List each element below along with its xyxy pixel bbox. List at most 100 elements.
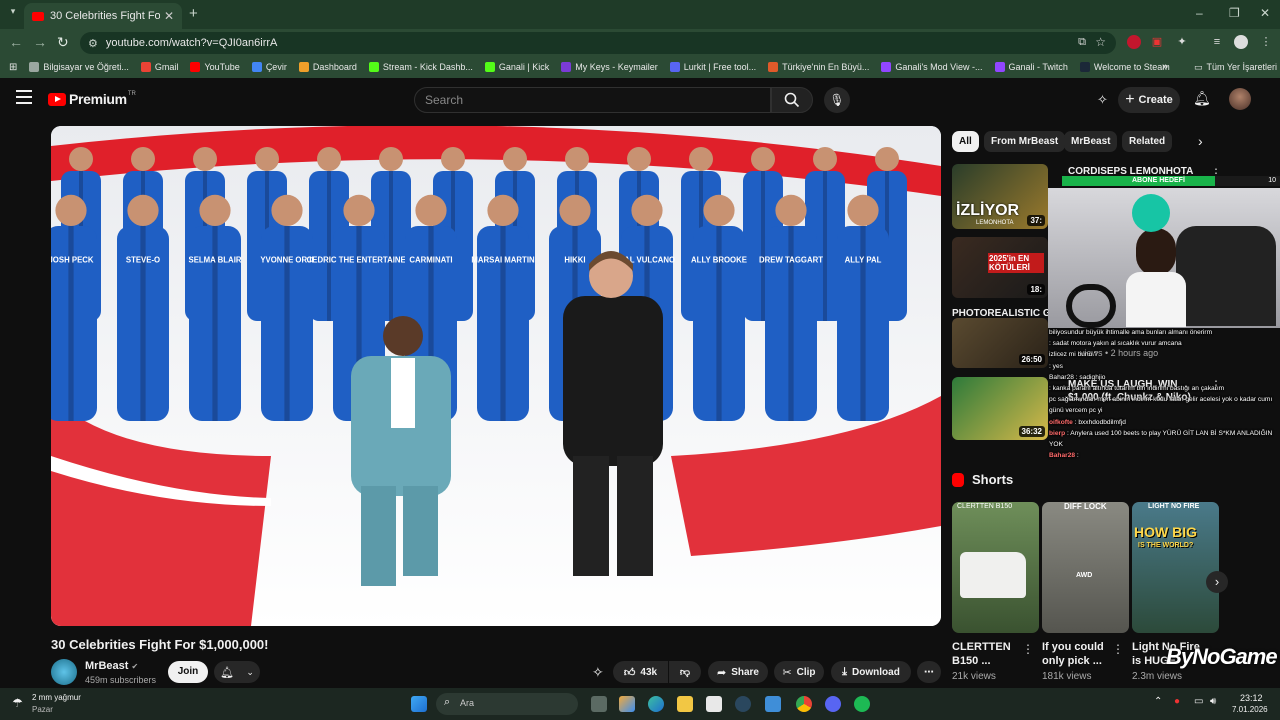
- maximize-button[interactable]: ❐: [1229, 6, 1240, 20]
- browser-tab[interactable]: 30 Celebrities Fight For $1,000,0… ✕: [24, 3, 182, 29]
- clock-time[interactable]: 23:12: [1240, 693, 1263, 703]
- bookmark-favicon-icon: [251, 62, 262, 72]
- mail-icon[interactable]: [765, 696, 781, 712]
- more-bookmarks-icon[interactable]: »: [1162, 61, 1168, 73]
- reload-icon[interactable]: ↻: [57, 34, 69, 51]
- spotify-icon[interactable]: [854, 696, 870, 712]
- chips-next-icon[interactable]: ›: [1198, 133, 1203, 149]
- short-more-icon[interactable]: ⋮: [1022, 642, 1034, 656]
- extension-red-icon[interactable]: [1127, 35, 1141, 49]
- taskbar-search[interactable]: ⌕ Ara: [436, 693, 578, 715]
- bookmark-item[interactable]: Welcome to Steam: [1079, 62, 1170, 72]
- channel-avatar[interactable]: [51, 659, 77, 685]
- ai-sparkle-icon[interactable]: ✧: [592, 664, 604, 681]
- bookmark-item[interactable]: Stream - Kick Dashb...: [368, 62, 473, 72]
- copilot-icon[interactable]: [619, 696, 635, 712]
- minimize-button[interactable]: –: [1196, 6, 1203, 20]
- start-icon[interactable]: [411, 696, 427, 712]
- chip-mrbeast[interactable]: MrBeast: [1064, 131, 1118, 152]
- extensions-puzzle-icon[interactable]: ✦: [1175, 35, 1189, 49]
- all-bookmarks-label: Tüm Yer İşaretleri: [1206, 62, 1278, 72]
- bookmark-item[interactable]: Lurkit | Free tool...: [669, 62, 756, 72]
- media-control-icon[interactable]: ≡: [1210, 35, 1224, 49]
- back-icon[interactable]: ←: [9, 34, 23, 50]
- voice-search-icon[interactable]: 🎙: [824, 87, 850, 113]
- forward-icon[interactable]: →: [33, 34, 47, 50]
- menu-hamburger-icon[interactable]: [16, 90, 32, 104]
- download-button[interactable]: ⤓ Download: [831, 661, 911, 683]
- bookmark-item[interactable]: Ganali's Mod View -...: [881, 62, 983, 72]
- dislike-button[interactable]: 👎︎: [669, 661, 701, 683]
- search-input[interactable]: Search: [414, 87, 771, 113]
- share-button[interactable]: ➦ Share: [708, 661, 768, 683]
- network-icon[interactable]: ▭: [1194, 696, 1203, 707]
- menu-icon[interactable]: ⋮: [1259, 35, 1273, 49]
- join-button[interactable]: Join: [168, 661, 208, 683]
- jersey-name: STEVE-O: [126, 255, 160, 264]
- address-bar[interactable]: ⚙ youtube.com/watch?v=QJI0an6irrA ⧉ ☆: [80, 32, 1116, 54]
- shorts-next-button[interactable]: ›: [1206, 571, 1228, 593]
- create-button[interactable]: + Create: [1118, 87, 1180, 113]
- bookmark-item[interactable]: Çevir: [251, 62, 287, 72]
- extension-tv-icon[interactable]: ▣: [1150, 35, 1164, 49]
- store-icon[interactable]: [706, 696, 722, 712]
- short-thumb-1[interactable]: CLERTTEN B150: [952, 502, 1039, 633]
- bookmark-star-icon[interactable]: ☆: [1095, 35, 1106, 49]
- related-thumb-3[interactable]: 26:50: [952, 318, 1048, 368]
- search-button[interactable]: [771, 87, 813, 113]
- short-more-icon[interactable]: ⋮: [1112, 642, 1124, 656]
- file-explorer-icon[interactable]: [677, 696, 693, 712]
- subscription-bell-button[interactable]: 🔔︎ ⌄: [214, 661, 260, 683]
- like-button[interactable]: 👍︎ 43k: [613, 661, 668, 683]
- all-bookmarks-folder[interactable]: ▭ Tüm Yer İşaretleri: [1194, 62, 1277, 73]
- video-player[interactable]: JOSH PECK STEVE-O SELMA BLAIR YVONNE ORJI CE…: [51, 126, 941, 626]
- apps-icon[interactable]: ⊞: [9, 62, 17, 73]
- steam-icon[interactable]: [735, 696, 751, 712]
- bookmark-item[interactable]: Ganali - Twitch: [994, 62, 1068, 72]
- more-actions-button[interactable]: ⋯: [917, 661, 941, 683]
- account-avatar[interactable]: [1229, 88, 1251, 110]
- cast-bolt-icon[interactable]: ✧: [1097, 92, 1108, 108]
- bookmark-item[interactable]: Türkiye'nin En Büyü...: [768, 62, 869, 72]
- notifications-bell-icon[interactable]: 🔔︎: [1193, 90, 1211, 107]
- site-info-icon[interactable]: ⚙: [88, 37, 98, 50]
- related-thumb-1[interactable]: İZLİYOR LEMONHOTA 37:: [952, 164, 1048, 229]
- more-icon: ⋯: [924, 666, 934, 678]
- install-icon[interactable]: ⧉: [1078, 36, 1086, 49]
- chip-all[interactable]: All: [952, 131, 979, 152]
- chip-related[interactable]: Related: [1122, 131, 1173, 152]
- bookmark-item[interactable]: YouTube: [190, 62, 240, 72]
- close-tab-icon[interactable]: ✕: [164, 9, 174, 23]
- related-thumb-2[interactable]: 2025'in EN KÖTÜLERİ 18:: [952, 237, 1048, 298]
- volume-icon[interactable]: 🔊︎: [1210, 696, 1216, 707]
- clock-date[interactable]: 7.01.2026: [1232, 705, 1268, 714]
- close-window-button[interactable]: ✕: [1260, 6, 1270, 20]
- chat-text: biliyosundur büyük ihtimalle ama bunları…: [1049, 329, 1213, 336]
- task-view-icon[interactable]: [591, 696, 607, 712]
- profile-icon[interactable]: [1234, 35, 1248, 49]
- bookmark-item[interactable]: Ganali | Kick: [484, 62, 549, 72]
- bookmark-label: Stream - Kick Dashb...: [382, 62, 473, 72]
- youtube-premium-logo[interactable]: Premium TR: [48, 91, 136, 107]
- bookmark-item[interactable]: Dashboard: [298, 62, 357, 72]
- mic-tray-icon[interactable]: ●: [1174, 696, 1180, 707]
- short-title-2[interactable]: If you could only pick ...: [1042, 640, 1116, 668]
- channel-name[interactable]: MrBeast ✔: [85, 660, 138, 672]
- chip-from-mrbeast[interactable]: From MrBeast: [984, 131, 1066, 152]
- short-title-1[interactable]: CLERTTEN B150 ...: [952, 640, 1026, 668]
- related-thumb-4[interactable]: 36:32: [952, 377, 1048, 440]
- bookmark-item[interactable]: My Keys - Keymailer: [561, 62, 658, 72]
- chrome-icon[interactable]: [796, 696, 812, 712]
- new-tab-button[interactable]: +: [189, 5, 198, 22]
- clip-button[interactable]: ✂ Clip: [774, 661, 824, 683]
- tray-expand-icon[interactable]: ⌃: [1154, 696, 1162, 707]
- edge-icon[interactable]: [648, 696, 664, 712]
- weather-widget[interactable]: ☂ 2 mm yağmur Pazar: [12, 693, 112, 717]
- short-thumb-2[interactable]: DIFF LOCK AWD: [1042, 502, 1129, 633]
- tab-search-button[interactable]: ▾: [6, 6, 20, 20]
- short-thumb-3[interactable]: LIGHT NO FIRE HOW BIG IS THE WORLD?: [1132, 502, 1219, 633]
- discord-icon[interactable]: [825, 696, 841, 712]
- bookmark-item[interactable]: Bilgisayar ve Öğreti...: [29, 62, 129, 72]
- bookmark-item[interactable]: Gmail: [140, 62, 178, 72]
- youtube-play-icon: [48, 92, 66, 106]
